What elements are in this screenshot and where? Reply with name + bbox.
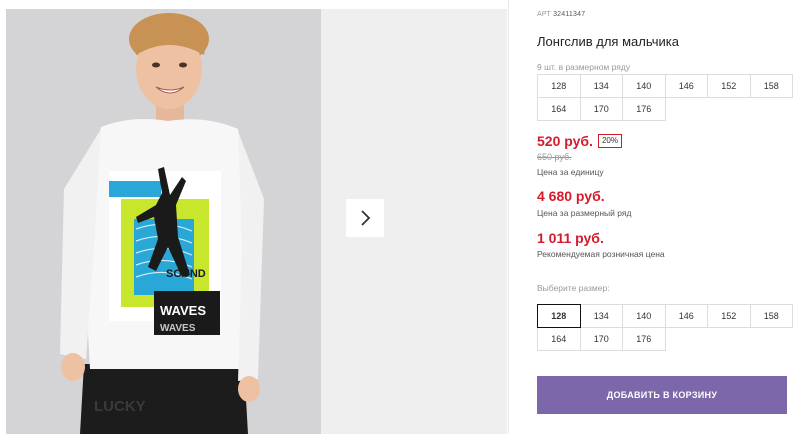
shirt-print-word-sound: SOUND [166, 268, 206, 280]
product-gallery: SOUND WAVES WAVES LUCKY [0, 0, 508, 434]
retail-price: 1 011 руб. [537, 230, 604, 246]
size-row-grid: 128 134 140 146 152 158 164 170 176 [537, 74, 793, 121]
product-title: Лонгслив для мальчика [537, 34, 679, 49]
boy-in-longsleeve-illustration: SOUND WAVES WAVES LUCKY [6, 9, 321, 434]
article-label: АРТ [537, 11, 551, 18]
size-option-176[interactable]: 176 [622, 327, 666, 351]
size-row-note: 9 шт. в размерном ряду [537, 62, 631, 72]
size-row-item: 176 [622, 97, 666, 121]
product-info: АРТ 32411347 Лонгслив для мальчика 9 шт.… [537, 0, 800, 434]
size-row-total-label: Цена за размерный ряд [537, 208, 632, 218]
size-option-152[interactable]: 152 [707, 304, 751, 328]
size-row-item: 158 [749, 74, 793, 98]
size-option-134[interactable]: 134 [579, 304, 623, 328]
price-row: 520 руб. 20% [537, 133, 622, 149]
add-to-cart-button[interactable]: ДОБАВИТЬ В КОРЗИНУ [537, 376, 787, 414]
size-row-item: 128 [537, 74, 581, 98]
size-option-128[interactable]: 128 [537, 304, 581, 328]
size-row-item: 140 [622, 74, 666, 98]
size-row-item: 170 [579, 97, 623, 121]
size-row-item: 134 [579, 74, 623, 98]
chevron-right-icon [361, 210, 371, 226]
size-row-total-price: 4 680 руб. [537, 188, 605, 204]
shirt-print-word-waves: WAVES [160, 303, 206, 318]
size-option-140[interactable]: 140 [622, 304, 666, 328]
size-row-item: 164 [537, 97, 581, 121]
size-option-170[interactable]: 170 [579, 327, 623, 351]
choose-size-label: Выберите размер: [537, 283, 610, 293]
unit-price: 520 руб. [537, 133, 593, 149]
unit-price-label: Цена за единицу [537, 167, 604, 177]
discount-badge: 20% [597, 134, 622, 148]
product-photo[interactable]: SOUND WAVES WAVES LUCKY [6, 9, 321, 434]
size-row-item: 146 [664, 74, 708, 98]
article-value: 32411347 [553, 11, 586, 18]
size-option-164[interactable]: 164 [537, 327, 581, 351]
retail-price-label: Рекомендуемая розничная цена [537, 249, 665, 259]
column-divider [508, 0, 509, 434]
pants-print-text: LUCKY [94, 398, 146, 415]
size-option-158[interactable]: 158 [749, 304, 793, 328]
old-price: 650 руб. [537, 152, 572, 162]
article-number: АРТ 32411347 [537, 11, 585, 18]
size-option-146[interactable]: 146 [664, 304, 708, 328]
gallery-next-button[interactable] [346, 199, 384, 237]
size-selector: 128 134 140 146 152 158 164 170 176 [537, 304, 793, 351]
shirt-print-word-waves-mirror: WAVES [160, 323, 196, 334]
size-row-item: 152 [707, 74, 751, 98]
